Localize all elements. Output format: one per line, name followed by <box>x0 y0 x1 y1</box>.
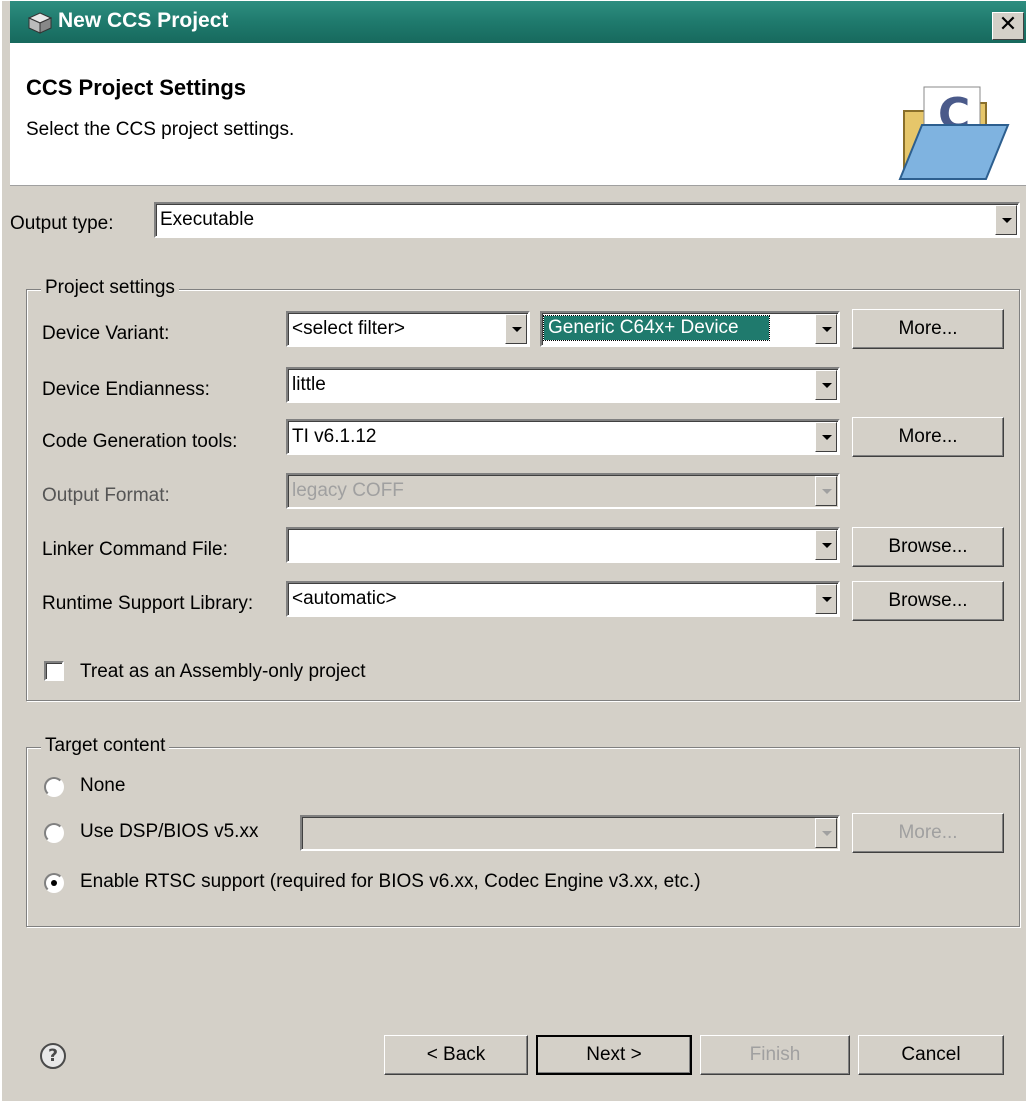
chevron-down-icon[interactable] <box>815 314 837 344</box>
device-endianness-value: little <box>292 374 326 395</box>
dsp-bios-version-select[interactable] <box>300 815 840 851</box>
runtime-support-library-value: <automatic> <box>292 588 397 609</box>
radio-rtsc-label[interactable]: Enable RTSC support (required for BIOS v… <box>80 871 701 893</box>
linker-browse-button[interactable]: Browse... <box>852 527 1004 567</box>
device-filter-value: <select filter> <box>292 318 405 339</box>
window-title: New CCS Project <box>58 9 229 32</box>
folder-c-icon: C <box>898 86 1010 180</box>
code-generation-tools-value: TI v6.1.12 <box>292 426 377 447</box>
chevron-down-icon <box>815 818 837 848</box>
chevron-down-icon[interactable] <box>815 370 837 400</box>
radio-rtsc[interactable] <box>44 873 64 893</box>
new-ccs-project-dialog: New CCS Project ✕ CCS Project Settings S… <box>0 0 1026 1101</box>
page-description: Select the CCS project settings. <box>26 119 295 140</box>
device-endianness-label: Device Endianness: <box>42 379 210 400</box>
output-type-label: Output type: <box>10 213 114 234</box>
close-button[interactable]: ✕ <box>992 12 1024 40</box>
help-icon[interactable]: ? <box>40 1043 66 1069</box>
target-content-title: Target content <box>41 735 170 757</box>
radio-none[interactable] <box>44 777 64 797</box>
chevron-down-icon <box>815 476 837 506</box>
back-button[interactable]: < Back <box>384 1035 528 1075</box>
linker-command-file-label: Linker Command File: <box>42 539 228 560</box>
output-format-label: Output Format: <box>42 485 170 506</box>
runtime-support-library-label: Runtime Support Library: <box>42 593 254 614</box>
chevron-down-icon[interactable] <box>995 205 1017 235</box>
code-generation-tools-select[interactable]: TI v6.1.12 <box>286 419 840 455</box>
device-filter-select[interactable]: <select filter> <box>286 311 530 347</box>
device-variant-value: Generic C64x+ Device <box>543 315 770 341</box>
page-title: CCS Project Settings <box>26 75 247 100</box>
close-icon: ✕ <box>998 12 1018 37</box>
assembly-only-checkbox[interactable] <box>44 661 64 681</box>
output-format-select[interactable]: legacy COFF <box>286 473 840 509</box>
chevron-down-icon[interactable] <box>815 584 837 614</box>
project-settings-title: Project settings <box>41 277 179 299</box>
radio-dsp-bios-label[interactable]: Use DSP/BIOS v5.xx <box>80 821 258 843</box>
runtime-browse-button[interactable]: Browse... <box>852 581 1004 621</box>
dsp-bios-more-button[interactable]: More... <box>852 813 1004 853</box>
chevron-down-icon[interactable] <box>815 422 837 452</box>
finish-button[interactable]: Finish <box>700 1035 850 1075</box>
device-more-button[interactable]: More... <box>852 309 1004 349</box>
output-type-select[interactable]: Executable <box>154 202 1020 238</box>
title-bar[interactable]: New CCS Project ✕ <box>10 1 1026 43</box>
chevron-down-icon[interactable] <box>505 314 527 344</box>
wizard-banner: CCS Project Settings Select the CCS proj… <box>10 43 1026 186</box>
codegen-more-button[interactable]: More... <box>852 417 1004 457</box>
device-variant-select[interactable]: Generic C64x+ Device <box>540 311 840 347</box>
chevron-down-icon[interactable] <box>815 530 837 560</box>
linker-command-file-select[interactable] <box>286 527 840 563</box>
radio-none-label[interactable]: None <box>80 775 125 797</box>
output-format-value: legacy COFF <box>292 480 404 501</box>
output-type-value: Executable <box>160 209 255 230</box>
cancel-button[interactable]: Cancel <box>858 1035 1004 1075</box>
runtime-support-library-select[interactable]: <automatic> <box>286 581 840 617</box>
assembly-only-label[interactable]: Treat as an Assembly-only project <box>80 661 365 683</box>
device-endianness-select[interactable]: little <box>286 367 840 403</box>
next-button[interactable]: Next > <box>536 1035 692 1075</box>
radio-dsp-bios[interactable] <box>44 823 64 843</box>
device-variant-label: Device Variant: <box>42 323 170 344</box>
code-generation-tools-label: Code Generation tools: <box>42 431 238 452</box>
cube-icon <box>28 12 52 34</box>
